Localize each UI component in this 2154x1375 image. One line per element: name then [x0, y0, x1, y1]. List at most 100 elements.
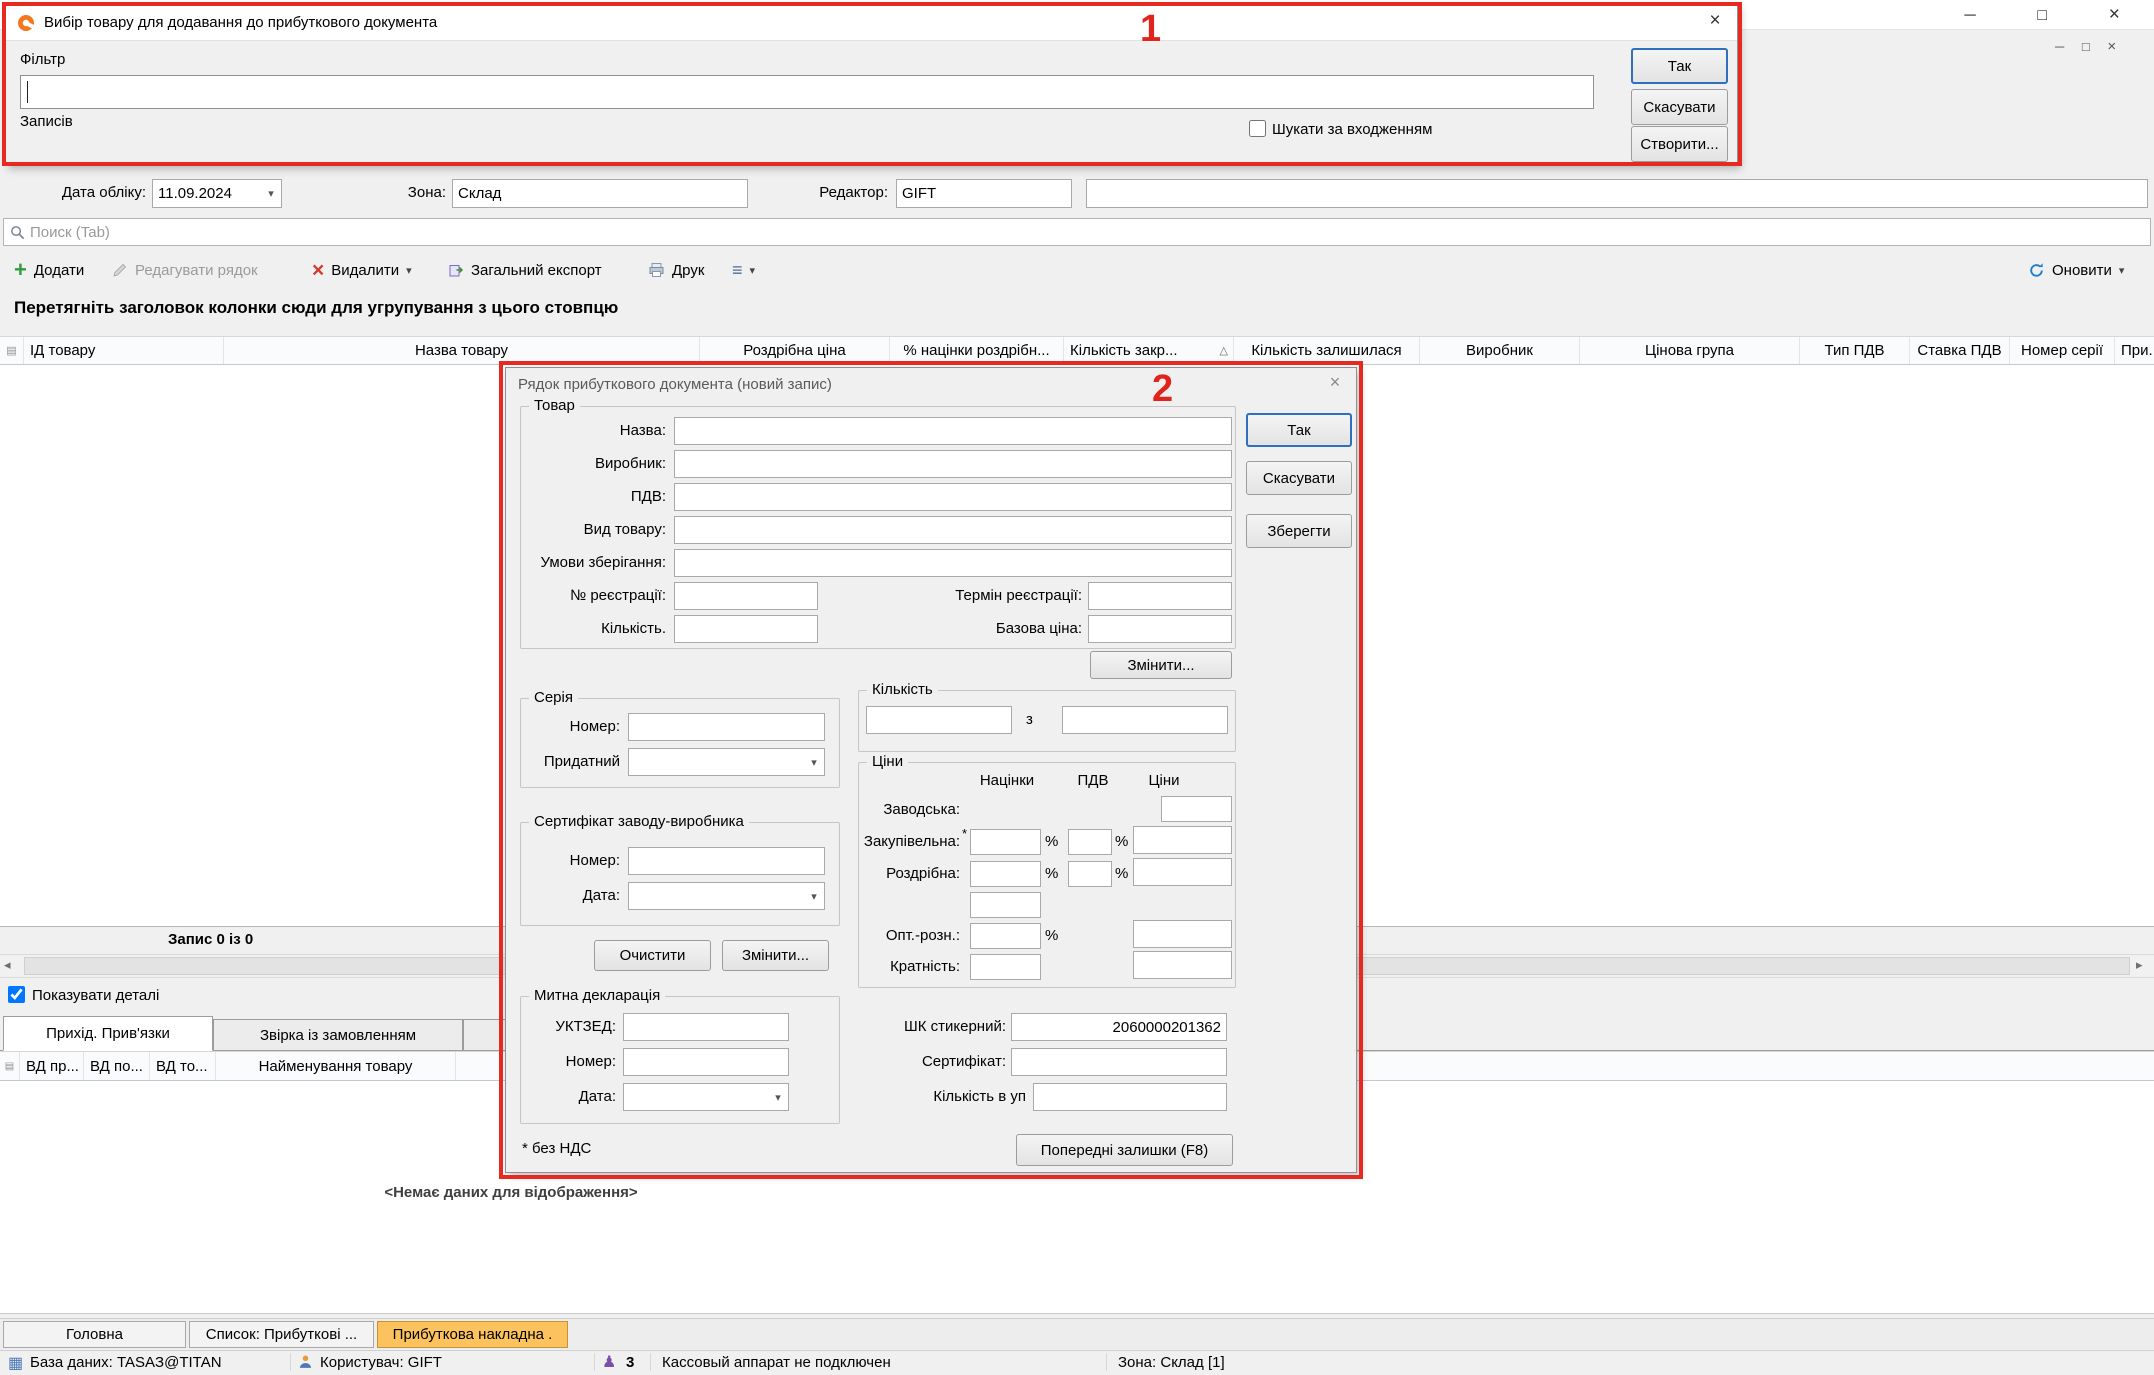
- extra-markup-input[interactable]: [970, 892, 1041, 918]
- date-combo[interactable]: 11.09.2024 ▾: [152, 179, 282, 208]
- ok-button[interactable]: Так: [1246, 413, 1352, 447]
- scroll-right-icon[interactable]: ▸: [2136, 957, 2143, 973]
- factory-price-input[interactable]: [1161, 796, 1232, 822]
- zone-input[interactable]: [452, 179, 748, 208]
- chevron-down-icon[interactable]: ▾: [2119, 264, 2125, 277]
- registration-term-input[interactable]: [1088, 582, 1232, 610]
- column-header[interactable]: Кількість залишилася: [1234, 337, 1420, 364]
- column-header[interactable]: Назва товару: [224, 337, 700, 364]
- asterisk: *: [962, 826, 967, 841]
- edit-row-button[interactable]: Редагувати рядок: [112, 256, 258, 284]
- multiplicity-price-input[interactable]: [1133, 951, 1232, 979]
- name-input[interactable]: [674, 417, 1232, 445]
- print-button[interactable]: Друк: [648, 256, 704, 284]
- quantity-value-input[interactable]: [866, 706, 1012, 734]
- chevron-down-icon[interactable]: ▾: [804, 756, 824, 769]
- column-header[interactable]: ВД то...: [150, 1052, 216, 1080]
- chevron-down-icon[interactable]: ▾: [406, 264, 412, 277]
- purchase-price-input[interactable]: [1133, 826, 1232, 854]
- clear-button[interactable]: Очистити: [594, 940, 711, 971]
- column-header[interactable]: Кількість закр... △: [1064, 337, 1234, 364]
- valid-until-combo[interactable]: ▾: [628, 748, 825, 776]
- purchase-markup-input[interactable]: [970, 829, 1041, 855]
- manufacturer-input[interactable]: [674, 450, 1232, 478]
- purchase-vat-input[interactable]: [1068, 829, 1112, 855]
- ok-button[interactable]: Так: [1631, 48, 1728, 84]
- column-header[interactable]: Роздрібна ціна: [700, 337, 890, 364]
- storage-input[interactable]: [674, 549, 1232, 577]
- certificate-date-combo[interactable]: ▾: [628, 882, 825, 910]
- editor-label: Редактор:: [800, 184, 888, 201]
- delete-button[interactable]: × Видалити ▾: [312, 256, 412, 284]
- chevron-down-icon[interactable]: ▾: [768, 1091, 788, 1104]
- column-header[interactable]: Виробник: [1420, 337, 1580, 364]
- close-icon[interactable]: ×: [1322, 372, 1348, 393]
- scroll-left-icon[interactable]: ◂: [4, 957, 11, 973]
- qty-per-pack-input[interactable]: [1033, 1083, 1227, 1111]
- retail-vat-input[interactable]: [1068, 861, 1112, 887]
- tab-prybutkova-nakladna[interactable]: Прибуткова накладна .: [377, 1321, 568, 1348]
- certificate-number-input[interactable]: [628, 847, 825, 875]
- mdi-restore-icon[interactable]: □: [2075, 39, 2097, 54]
- extra-input[interactable]: [1086, 179, 2148, 208]
- multiplicity-input[interactable]: [970, 954, 1041, 980]
- column-header[interactable]: Найменування товару: [216, 1052, 456, 1080]
- create-button[interactable]: Створити...: [1631, 126, 1728, 162]
- save-button[interactable]: Зберегти: [1246, 514, 1352, 548]
- wholesale-price-input[interactable]: [1133, 920, 1232, 948]
- previous-balances-button[interactable]: Попередні залишки (F8): [1016, 1134, 1233, 1166]
- search-input[interactable]: [30, 220, 2150, 244]
- filter-input[interactable]: [20, 75, 1594, 109]
- column-header[interactable]: При...: [2115, 337, 2154, 364]
- add-button[interactable]: + Додати: [14, 256, 84, 284]
- tab-holovna[interactable]: Головна: [3, 1321, 186, 1348]
- chevron-down-icon[interactable]: ▾: [750, 264, 756, 277]
- tab-spysok-prybutkovi[interactable]: Список: Прибуткові ...: [189, 1321, 374, 1348]
- list-options-button[interactable]: ≡ ▾: [732, 256, 755, 284]
- column-header[interactable]: % націнки роздрібн...: [890, 337, 1064, 364]
- tab-zvirka[interactable]: Звірка із замовленням: [213, 1019, 463, 1051]
- show-details-checkbox[interactable]: [8, 986, 25, 1003]
- column-header[interactable]: ІД товару: [24, 337, 224, 364]
- mdi-minimize-icon[interactable]: ─: [2048, 39, 2071, 54]
- registration-input[interactable]: [674, 582, 818, 610]
- customs-date-combo[interactable]: ▾: [623, 1083, 789, 1111]
- cancel-button[interactable]: Скасувати: [1246, 461, 1352, 495]
- sticker-barcode-input[interactable]: [1011, 1013, 1227, 1041]
- minimize-icon[interactable]: ─: [1950, 3, 1990, 29]
- maximize-icon[interactable]: □: [2022, 3, 2062, 29]
- mdi-close-icon[interactable]: ×: [2100, 38, 2123, 55]
- column-header[interactable]: ВД пр...: [20, 1052, 84, 1080]
- change-product-button[interactable]: Змінити...: [1090, 651, 1232, 679]
- product-type-input[interactable]: [674, 516, 1232, 544]
- certificate-field-input[interactable]: [1011, 1048, 1227, 1076]
- editor-input[interactable]: [896, 179, 1072, 208]
- quantity-total-input[interactable]: [1062, 706, 1228, 734]
- percent-label: %: [1045, 833, 1058, 850]
- refresh-button[interactable]: Оновити ▾: [2028, 256, 2124, 284]
- tab-prikhid-privyazki[interactable]: Прихід. Прив'язки: [3, 1016, 213, 1051]
- quantity-input[interactable]: [674, 615, 818, 643]
- status-separator: [594, 1353, 595, 1371]
- column-header[interactable]: Цінова група: [1580, 337, 1800, 364]
- chevron-down-icon[interactable]: ▾: [804, 890, 824, 903]
- change-certificate-button[interactable]: Змінити...: [722, 940, 829, 971]
- export-button[interactable]: Загальний експорт: [448, 256, 602, 284]
- customs-number-input[interactable]: [623, 1048, 789, 1076]
- wholesale-markup-input[interactable]: [970, 923, 1041, 949]
- column-header[interactable]: Тип ПДВ: [1800, 337, 1910, 364]
- column-header[interactable]: ВД по...: [84, 1052, 150, 1080]
- retail-markup-input[interactable]: [970, 861, 1041, 887]
- close-icon[interactable]: ×: [1700, 10, 1730, 32]
- cancel-button[interactable]: Скасувати: [1631, 89, 1728, 125]
- column-header[interactable]: Номер серії: [2010, 337, 2115, 364]
- series-number-input[interactable]: [628, 713, 825, 741]
- search-by-entry-checkbox[interactable]: [1249, 120, 1266, 137]
- column-header[interactable]: Ставка ПДВ: [1910, 337, 2010, 364]
- uktzed-input[interactable]: [623, 1013, 789, 1041]
- retail-price-input[interactable]: [1133, 858, 1232, 886]
- chevron-down-icon[interactable]: ▾: [261, 187, 281, 200]
- base-price-input[interactable]: [1088, 615, 1232, 643]
- vat-input[interactable]: [674, 483, 1232, 511]
- close-icon[interactable]: ×: [2094, 2, 2134, 28]
